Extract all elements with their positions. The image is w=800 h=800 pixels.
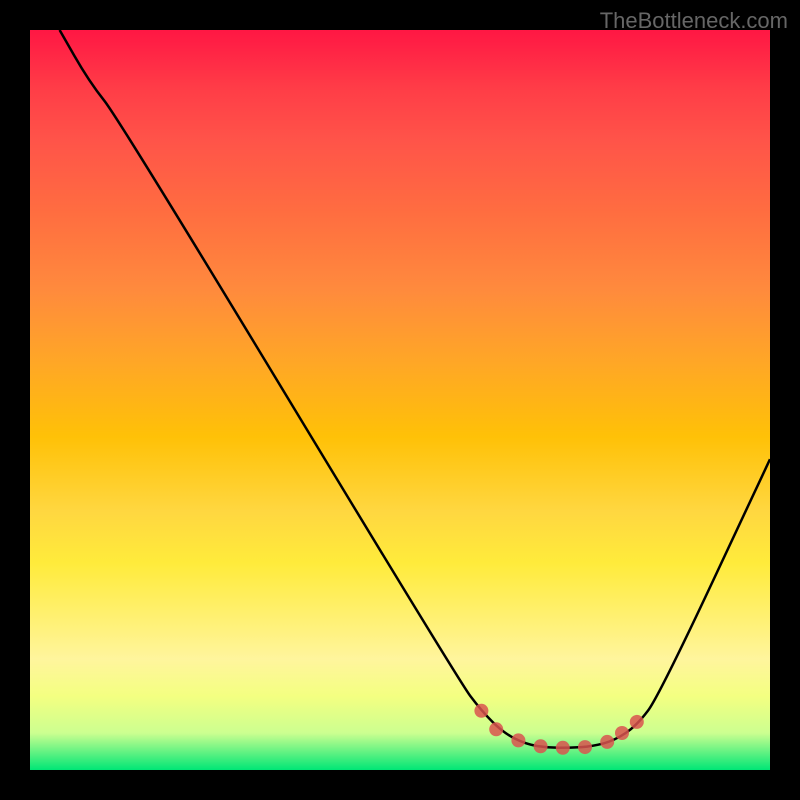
bottleneck-curve: [30, 30, 770, 770]
watermark-text: TheBottleneck.com: [600, 8, 788, 34]
plot-area: [30, 30, 770, 770]
